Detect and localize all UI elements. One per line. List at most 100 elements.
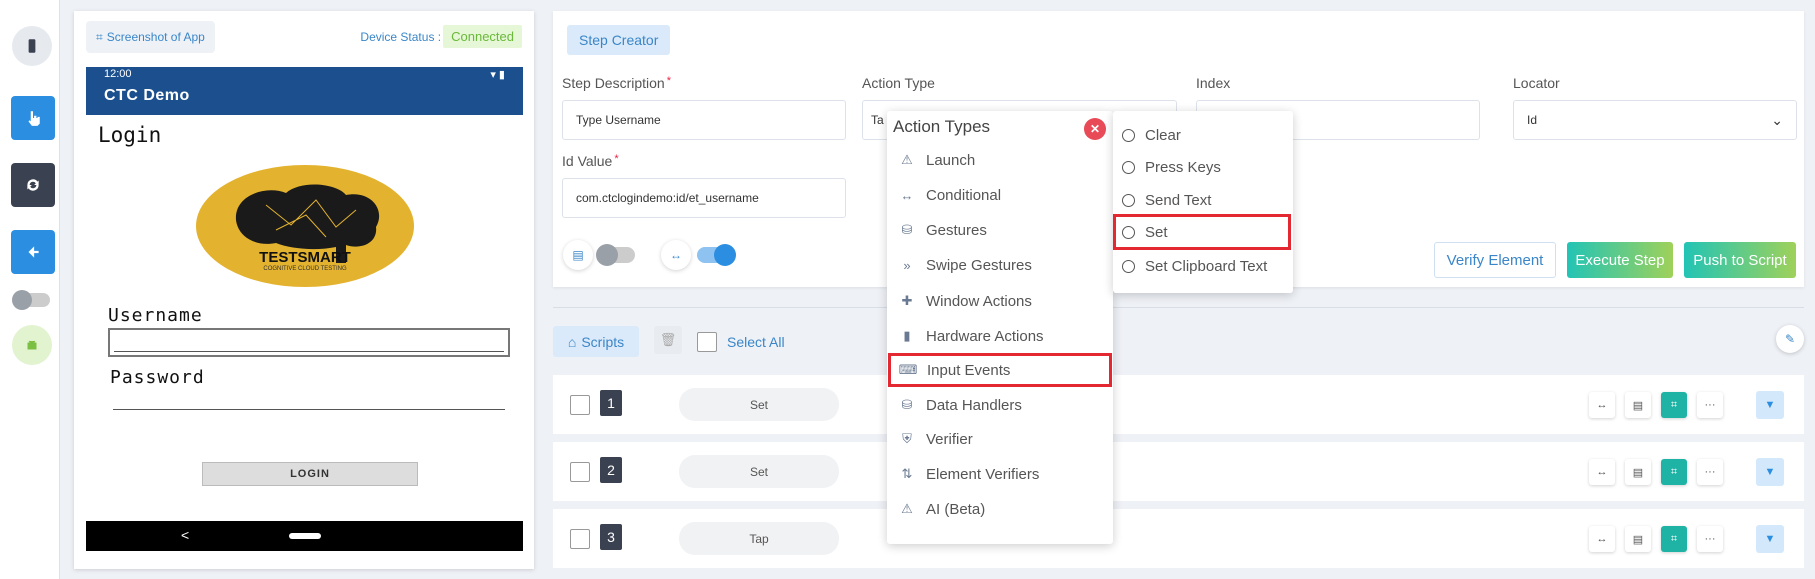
tab-step-creator[interactable]: Step Creator xyxy=(567,25,671,55)
action-type-element-verifiers[interactable]: ⇅ Element Verifiers xyxy=(887,457,1113,491)
phone-password-field[interactable] xyxy=(113,409,505,410)
android-icon xyxy=(27,340,37,350)
crop-icon[interactable]: ⌗ xyxy=(1661,526,1687,552)
puzzle-icon: ✚ xyxy=(901,293,913,308)
step-description-input[interactable]: Type Username xyxy=(562,100,846,140)
option-set[interactable]: Set xyxy=(1113,214,1291,250)
radio-icon xyxy=(1122,194,1135,207)
keyboard-icon: ⌨ xyxy=(898,362,918,377)
option-clear[interactable]: Clear xyxy=(1113,119,1293,152)
more-icon[interactable]: ··· xyxy=(1697,459,1723,485)
database-icon: ⛁ xyxy=(901,222,913,237)
script-row[interactable]: 1 Set ↔ ▤ ⌗ ··· ▼ xyxy=(553,375,1804,434)
more-icon[interactable]: ··· xyxy=(1697,392,1723,418)
arrows-horizontal-icon: ↔ xyxy=(661,240,691,270)
action-type-hardware-actions[interactable]: ▮ Hardware Actions xyxy=(887,319,1113,353)
crop-icon[interactable]: ⌗ xyxy=(1661,392,1687,418)
action-type-gestures[interactable]: ⛁ Gestures xyxy=(887,213,1113,247)
tab-scripts[interactable]: ⌂ Scripts xyxy=(553,326,639,357)
tap-mode-button[interactable] xyxy=(11,96,55,140)
warning-icon: ⚠ xyxy=(901,152,913,167)
nav-home-icon[interactable] xyxy=(289,533,321,539)
logo-text: TESTSMART xyxy=(259,249,351,266)
verify-element-button[interactable]: Verify Element xyxy=(1434,242,1556,278)
phone-login-button[interactable]: LOGIN xyxy=(202,462,418,486)
action-type-input-events[interactable]: ⌨ Input Events xyxy=(888,353,1112,387)
action-types-dropdown: Action Types ✕ ⚠ Launch ↔ Conditional ⛁ Ges… xyxy=(887,111,1113,544)
back-button[interactable] xyxy=(11,230,55,274)
chevron-down-icon: ⌄ xyxy=(1771,111,1783,128)
device-button[interactable] xyxy=(12,26,52,66)
step-action: Set xyxy=(679,455,839,488)
expand-icon[interactable]: ▼ xyxy=(1756,458,1784,486)
nav-back-icon[interactable]: < xyxy=(181,527,189,543)
arrow-left-icon xyxy=(28,246,39,258)
radio-icon xyxy=(1122,260,1135,273)
phone-time: 12:00 xyxy=(104,68,132,80)
crop-icon[interactable]: ⌗ xyxy=(1661,459,1687,485)
android-button[interactable] xyxy=(12,325,52,365)
edit-button[interactable]: ✎ xyxy=(1776,325,1804,353)
mode-toggle[interactable] xyxy=(12,290,50,310)
delete-button[interactable]: 🗑 xyxy=(654,326,682,354)
screenshot-button[interactable]: ⌗ Screenshot of App xyxy=(86,21,215,53)
divider xyxy=(553,307,1804,308)
row-checkbox[interactable] xyxy=(570,462,590,482)
action-type-conditional[interactable]: ↔ Conditional xyxy=(887,178,1113,212)
script-row[interactable]: 2 Set ↔ ▤ ⌗ ··· ▼ xyxy=(553,442,1804,501)
row-checkbox[interactable] xyxy=(570,529,590,549)
arrows-horizontal-icon[interactable]: ↔ xyxy=(1589,392,1615,418)
step-description-label: Step Description * xyxy=(562,75,671,91)
action-type-window-actions[interactable]: ✚ Window Actions xyxy=(887,284,1113,318)
id-value-input[interactable]: com.ctclogindemo:id/et_username xyxy=(562,178,846,218)
radio-icon xyxy=(1122,129,1135,142)
more-icon[interactable]: ··· xyxy=(1697,526,1723,552)
execute-step-button[interactable]: Execute Step xyxy=(1567,242,1673,278)
crop-icon: ⌗ xyxy=(96,29,103,44)
git-compare-icon: ⇅ xyxy=(901,466,913,481)
trash-icon: 🗑 xyxy=(659,332,677,347)
row-checkbox[interactable] xyxy=(570,395,590,415)
list-icon: ▤ xyxy=(563,240,593,270)
logo-subtext: COGNITIVE CLOUD TESTING xyxy=(263,266,347,272)
close-icon[interactable]: ✕ xyxy=(1084,118,1106,140)
phone-login-title: Login xyxy=(98,123,162,147)
phone-nav-bar: < xyxy=(86,521,523,551)
option-press-keys[interactable]: Press Keys xyxy=(1113,151,1293,184)
expand-icon[interactable]: ▼ xyxy=(1756,391,1784,419)
device-screenshot[interactable]: 12:00 ▾ ▮ CTC Demo Login TESTSMART COGNI… xyxy=(86,67,523,551)
screenshot-toggle[interactable] xyxy=(596,244,635,266)
phone-password-label: Password xyxy=(110,367,205,388)
scripts-label: Scripts xyxy=(581,333,625,350)
option-set-clipboard-text[interactable]: Set Clipboard Text xyxy=(1113,250,1293,283)
step-action: Set xyxy=(679,388,839,421)
robot-icon: ⌂ xyxy=(567,333,577,350)
action-type-launch[interactable]: ⚠ Launch xyxy=(887,143,1113,177)
list-icon[interactable]: ▤ xyxy=(1625,459,1651,485)
arrows-horizontal-icon[interactable]: ↔ xyxy=(1589,526,1615,552)
action-type-ai-beta[interactable]: ⚠ AI (Beta) xyxy=(887,492,1113,526)
screenshot-label: Screenshot of App xyxy=(106,30,205,44)
action-type-verifier[interactable]: ⛨ Verifier xyxy=(887,422,1113,456)
push-to-script-button[interactable]: Push to Script xyxy=(1684,242,1796,278)
file-icon: ▮ xyxy=(903,328,911,343)
arrows-horizontal-icon[interactable]: ↔ xyxy=(1589,459,1615,485)
phone-status-bar: 12:00 ▾ ▮ xyxy=(86,67,523,83)
device-panel: ⌗ Screenshot of App Device Status : Conn… xyxy=(74,11,534,569)
list-icon[interactable]: ▤ xyxy=(1625,526,1651,552)
phone-username-field[interactable] xyxy=(108,328,510,357)
arrows-horizontal-icon: ↔ xyxy=(900,187,914,203)
edit-icon: ✎ xyxy=(1784,332,1796,346)
option-send-text[interactable]: Send Text xyxy=(1113,184,1293,217)
swipe-toggle[interactable] xyxy=(697,244,736,266)
expand-icon[interactable]: ▼ xyxy=(1756,525,1784,553)
action-type-swipe-gestures[interactable]: » Swipe Gestures xyxy=(887,248,1113,282)
left-toolbar xyxy=(0,0,60,579)
refresh-button[interactable] xyxy=(11,163,55,207)
list-icon[interactable]: ▤ xyxy=(1625,392,1651,418)
select-all-checkbox[interactable] xyxy=(697,332,717,352)
script-row[interactable]: 3 Tap ↔ ▤ ⌗ ··· ▼ xyxy=(553,509,1804,568)
action-type-data-handlers[interactable]: ⛁ Data Handlers xyxy=(887,388,1113,422)
select-all[interactable]: Select All xyxy=(697,332,785,352)
locator-select[interactable]: Id ⌄ xyxy=(1513,100,1797,140)
